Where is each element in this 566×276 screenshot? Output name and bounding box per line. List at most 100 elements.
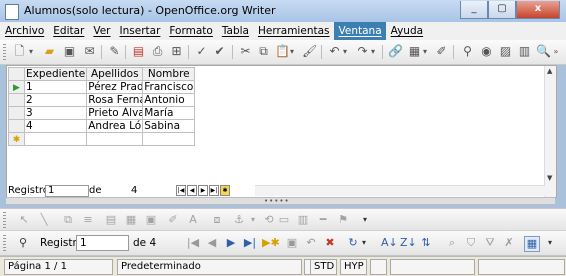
email-icon[interactable]: ✉ — [82, 44, 97, 59]
zoom-icon[interactable]: 🔍 — [536, 44, 551, 59]
gallery-icon[interactable]: ▨ — [498, 44, 513, 59]
previous-record-icon[interactable]: ◀ — [187, 185, 197, 196]
drawing-toolbar-overflow-icon[interactable]: ▾ — [358, 213, 372, 227]
save-icon[interactable]: ▣ — [62, 44, 77, 59]
menu-tabla[interactable]: Tabla — [217, 22, 253, 40]
redo-icon[interactable]: ↷ — [355, 44, 370, 59]
scroll-down-arrow-icon[interactable]: ▼ — [547, 174, 552, 182]
row-selector[interactable] — [8, 106, 25, 120]
delete-record-icon[interactable]: ✖ — [323, 236, 337, 250]
table-row[interactable]: 4 Andrea Lópe: Sabina — [8, 119, 196, 133]
cut-icon[interactable]: ✂ — [238, 44, 253, 59]
cell-nombre[interactable]: Francisco — [142, 80, 196, 94]
page-style[interactable]: Predeterminado — [117, 259, 302, 275]
cell-apellidos[interactable] — [86, 132, 144, 146]
cell-apellidos[interactable]: Prieto Álvarez — [86, 106, 144, 120]
paste-dropdown-arrow-icon[interactable]: ▾ — [288, 44, 296, 59]
maximize-button[interactable]: ▢ — [488, 1, 516, 19]
minimize-button[interactable]: _ — [460, 1, 488, 19]
form-record-input[interactable]: 1 — [76, 235, 129, 251]
table-row[interactable]: 3 Prieto Álvarez María — [8, 106, 196, 120]
menu-insertar[interactable]: Insertar — [115, 22, 165, 40]
navigator-icon[interactable]: ◉ — [479, 44, 494, 59]
menu-formato[interactable]: Formato — [164, 22, 216, 40]
first-record-icon[interactable]: |◀ — [186, 236, 200, 250]
cell-expediente[interactable]: 4 — [23, 119, 88, 133]
previous-record-icon[interactable]: ◀ — [205, 236, 219, 250]
toolbar-overflow-icon[interactable]: » — [552, 44, 560, 59]
undo-record-icon[interactable]: ↶ — [304, 236, 318, 250]
open-folder-icon[interactable]: ▰ — [42, 44, 57, 59]
cell-nombre[interactable]: María — [142, 106, 196, 120]
data-source-as-table-icon[interactable]: ▦ — [524, 236, 540, 252]
column-header-nombre[interactable]: Nombre — [142, 67, 196, 81]
export-pdf-icon[interactable]: ▤ — [131, 44, 146, 59]
toolbar-grip[interactable] — [3, 212, 6, 228]
cell-apellidos[interactable]: Andrea Lópe: — [86, 119, 144, 133]
menu-editar[interactable]: Editar — [48, 22, 88, 40]
hyperlink-mode[interactable]: HYP — [340, 259, 367, 275]
selection-mode-std[interactable]: STD — [310, 259, 337, 275]
page-preview-icon[interactable]: ⊞ — [169, 44, 184, 59]
edit-file-icon[interactable]: ✎ — [107, 44, 122, 59]
cell-expediente[interactable]: 1 — [23, 80, 88, 94]
sort-descending-icon[interactable]: Z↓ — [400, 236, 417, 250]
cell-expediente[interactable] — [23, 132, 88, 146]
new-record-icon[interactable]: ▶✱ — [262, 236, 280, 250]
refresh-icon[interactable]: ↻ — [346, 236, 360, 250]
find-replace-icon[interactable]: ⚲ — [460, 44, 475, 59]
menu-ayuda[interactable]: Ayuda — [386, 22, 427, 40]
grid-vertical-scrollbar[interactable]: ▲ ▼ — [544, 66, 556, 197]
standard-filter-icon[interactable]: ⛛ — [483, 236, 497, 250]
row-header-corner[interactable] — [8, 67, 25, 81]
page-indicator[interactable]: Página 1 / 1 — [4, 259, 113, 275]
apply-filter-icon[interactable]: ⛉ — [464, 236, 478, 250]
row-selector[interactable]: ✱ — [8, 132, 25, 146]
cell-expediente[interactable]: 2 — [23, 93, 88, 107]
next-record-icon[interactable]: ▶ — [224, 236, 238, 250]
menu-archivo[interactable]: Archivo — [0, 22, 48, 40]
spellcheck-icon[interactable]: ✓ — [194, 44, 209, 59]
redo-dropdown-arrow-icon[interactable]: ▾ — [369, 44, 377, 59]
undo-dropdown-arrow-icon[interactable]: ▾ — [341, 44, 349, 59]
table-icon[interactable]: ▦ — [407, 44, 422, 59]
first-record-icon[interactable]: |◀ — [176, 185, 186, 196]
find-record-icon[interactable]: ⚲ — [16, 236, 30, 250]
record-number-input[interactable]: 1 — [45, 185, 89, 197]
menu-ver[interactable]: Ver — [88, 22, 114, 40]
beamer-splitter[interactable]: ••••• — [6, 197, 555, 205]
autofilter-icon[interactable]: ⌕ — [445, 236, 459, 250]
next-record-icon[interactable]: ▶ — [198, 185, 208, 196]
new-record-button-icon[interactable]: ✱ — [220, 185, 230, 196]
menu-ventana[interactable]: Ventana — [333, 22, 386, 40]
row-selector[interactable] — [8, 119, 25, 133]
table-row[interactable]: 2 Rosa Fernánd Antonio — [8, 93, 196, 107]
table-dropdown-arrow-icon[interactable]: ▾ — [421, 44, 429, 59]
toolbar-grip[interactable] — [3, 44, 6, 60]
last-record-icon[interactable]: ▶| — [209, 185, 219, 196]
column-header-apellidos[interactable]: Apellidos — [86, 67, 144, 81]
new-document-icon[interactable]: 🗋 — [12, 44, 27, 59]
reset-filter-icon[interactable]: ✗ — [502, 236, 516, 250]
hyperlink-icon[interactable]: 🔗 — [388, 44, 403, 59]
grid-horizontal-scrollbar[interactable] — [255, 185, 545, 196]
refresh-dropdown-arrow-icon[interactable]: ▾ — [360, 236, 368, 250]
cell-apellidos[interactable]: Pérez Prados — [86, 80, 144, 94]
sort-ascending-icon[interactable]: A↓ — [381, 236, 398, 250]
copy-icon[interactable]: ⧉ — [256, 44, 271, 59]
form-toolbar-overflow-icon[interactable]: ▾ — [546, 236, 554, 250]
menu-herramientas[interactable]: Herramientas — [253, 22, 334, 40]
last-record-icon[interactable]: ▶| — [243, 236, 257, 250]
cell-expediente[interactable]: 3 — [23, 106, 88, 120]
toolbar-grip[interactable] — [3, 235, 6, 251]
new-record-row[interactable]: ✱ — [8, 132, 196, 146]
data-sources-icon[interactable]: ▥ — [517, 44, 532, 59]
close-button[interactable]: x — [516, 1, 560, 19]
show-draw-functions-icon[interactable]: ✐ — [434, 44, 449, 59]
row-selector[interactable] — [8, 93, 25, 107]
new-dropdown-arrow-icon[interactable]: ▾ — [27, 44, 35, 59]
cell-nombre[interactable]: Antonio — [142, 93, 196, 107]
column-header-expediente[interactable]: Expediente — [23, 67, 88, 81]
cell-nombre[interactable]: Sabina — [142, 119, 196, 133]
splitter-grip-icon[interactable]: ••••• — [264, 198, 290, 205]
